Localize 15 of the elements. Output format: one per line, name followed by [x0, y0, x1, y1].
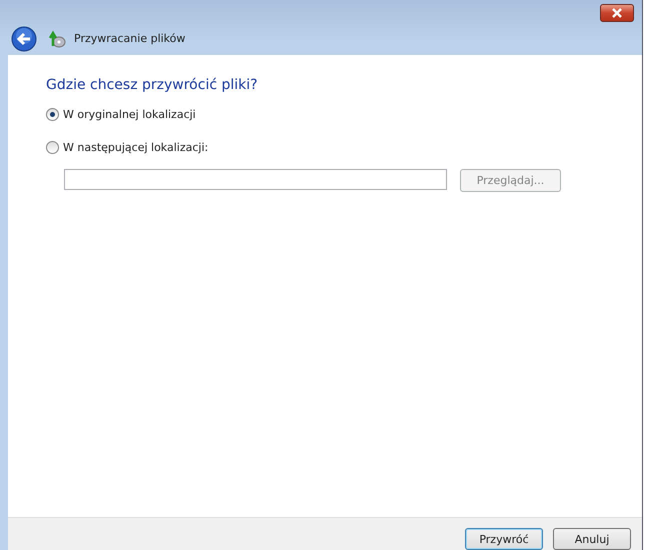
radio-button[interactable] [46, 108, 59, 120]
option-label: W następującej lokalizacji: [63, 140, 208, 154]
option-label: W oryginalnej lokalizacji [63, 108, 196, 120]
back-button[interactable] [10, 24, 38, 52]
path-input-field[interactable] [64, 169, 447, 190]
dialog-button[interactable]: Przywróć [465, 528, 543, 550]
radio-option[interactable]: W następującej lokalizacji: [46, 140, 208, 154]
close-icon [610, 8, 624, 18]
close-button[interactable] [600, 4, 634, 22]
radio-option[interactable]: W oryginalnej lokalizacji [46, 107, 196, 121]
window-title: Przywracanie plików [74, 32, 186, 45]
restore-icon [48, 30, 66, 48]
radio-button[interactable] [46, 140, 59, 154]
dialog-button[interactable]: Anuluj [553, 528, 631, 550]
page-heading: Gdzie chcesz przywrócić pliki? [46, 77, 259, 93]
